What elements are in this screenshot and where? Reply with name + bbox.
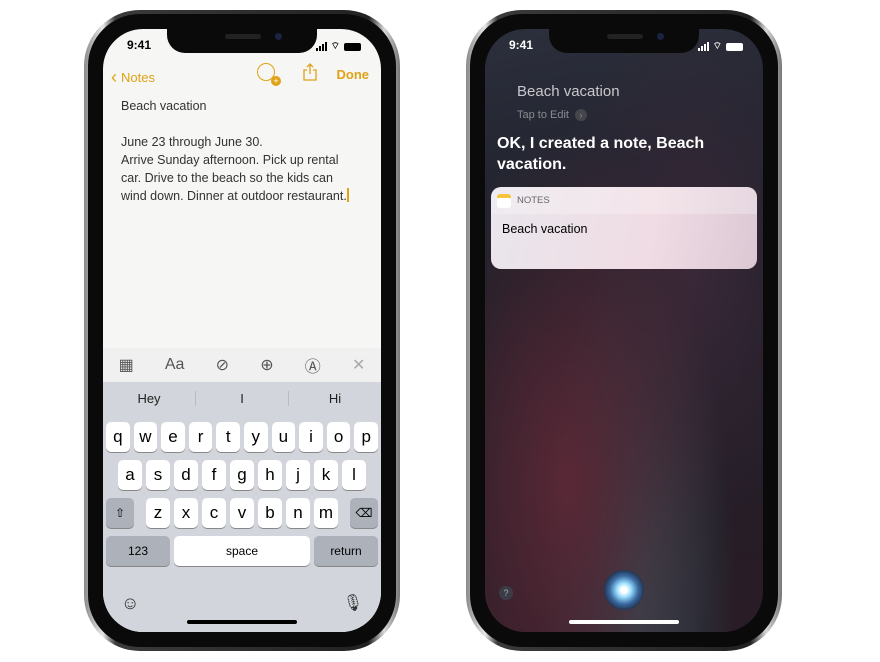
tap-to-edit-button[interactable]: Tap to Edit › [517, 109, 587, 121]
chevron-right-icon: › [574, 109, 587, 121]
letter-key[interactable]: r [188, 422, 213, 452]
signal-icon [697, 42, 709, 51]
letter-key[interactable]: w [133, 422, 158, 452]
note-line: June 23 through June 30. [121, 135, 263, 149]
microphone-icon[interactable]: 🎙 [343, 593, 363, 613]
letter-key[interactable]: d [174, 460, 198, 490]
letter-key[interactable]: m [314, 498, 338, 528]
card-app-name: NOTES [517, 195, 550, 206]
wifi-icon: ⌔ [712, 41, 722, 52]
letter-key[interactable]: v [230, 498, 254, 528]
home-indicator[interactable] [187, 620, 297, 624]
plus-icon[interactable]: ⊕ [260, 355, 273, 375]
wifi-icon: ⌔ [330, 41, 340, 52]
letter-key[interactable]: b [258, 498, 282, 528]
space-key[interactable]: space [174, 536, 310, 566]
letter-key[interactable]: u [271, 422, 296, 452]
letter-key[interactable]: y [244, 422, 268, 452]
markup-icon[interactable]: Ⓐ [305, 353, 321, 377]
add-person-icon[interactable] [257, 63, 281, 86]
signal-icon [315, 42, 327, 51]
keyboard: Hey I Hi qwertyuiop asdfghjkl ⇧ z x c v b n m ⌫ … [103, 382, 381, 632]
letter-key[interactable]: j [286, 460, 310, 490]
letter-key[interactable]: z [146, 498, 170, 528]
checklist-icon[interactable]: ⊘ [216, 355, 229, 375]
font-button[interactable]: Aa [165, 356, 185, 374]
letter-key[interactable]: f [202, 460, 226, 490]
battery-icon [726, 42, 743, 51]
chevron-left-icon: ‹ [111, 67, 117, 87]
letter-key[interactable]: k [314, 460, 338, 490]
back-label: Notes [121, 70, 155, 85]
siri-orb-icon[interactable] [604, 570, 644, 610]
numbers-key[interactable]: 123 [106, 536, 170, 566]
notch [167, 29, 317, 53]
letter-key[interactable]: n [286, 498, 310, 528]
letter-key[interactable]: c [202, 498, 226, 528]
format-toolbar: ▦ Aa ⊘ ⊕ Ⓐ ✕ [103, 348, 381, 382]
emoji-icon[interactable]: ☺ [121, 593, 139, 614]
suggestion[interactable]: Hi [289, 391, 381, 406]
letter-key[interactable]: g [230, 460, 254, 490]
status-time: 9:41 [509, 38, 534, 52]
tap-to-edit-label: Tap to Edit [517, 109, 569, 121]
letter-key[interactable]: a [118, 460, 142, 490]
battery-icon [344, 42, 361, 51]
note-title: Beach vacation [121, 99, 207, 113]
note-line: wind down. Dinner at outdoor restaurant. [121, 189, 347, 203]
status-time: 9:41 [127, 38, 152, 52]
share-icon[interactable] [303, 63, 317, 81]
back-button[interactable]: ‹ Notes [111, 67, 155, 88]
shift-key[interactable]: ⇧ [106, 498, 134, 528]
letter-key[interactable]: e [161, 422, 185, 452]
letter-key[interactable]: p [354, 422, 378, 452]
note-line: Arrive Sunday afternoon. Pick up rental [121, 153, 339, 167]
letter-key[interactable]: q [106, 422, 130, 452]
suggestion-bar: Hey I Hi [103, 382, 381, 414]
suggestion[interactable]: I [196, 390, 289, 406]
siri-reply: OK, I created a note, Beach vacation. [497, 135, 705, 173]
notes-card[interactable]: NOTES Beach vacation [491, 187, 757, 269]
done-button[interactable]: Done [337, 67, 370, 82]
home-indicator[interactable] [569, 620, 679, 624]
note-editor[interactable]: Beach vacation June 23 through June 30. … [121, 97, 367, 205]
letter-key[interactable]: s [146, 460, 170, 490]
letter-key[interactable]: l [342, 460, 366, 490]
return-key[interactable]: return [314, 536, 378, 566]
card-note-title: Beach vacation [502, 222, 588, 236]
siri-query: Beach vacation [517, 83, 620, 100]
text-cursor [346, 188, 349, 202]
delete-key[interactable]: ⌫ [350, 498, 378, 528]
close-icon[interactable]: ✕ [352, 355, 365, 375]
notch [549, 29, 699, 53]
notes-app-icon [497, 193, 511, 208]
note-line: car. Drive to the beach so the kids can [121, 171, 333, 185]
letter-key[interactable]: x [174, 498, 198, 528]
letter-key[interactable]: i [299, 422, 323, 452]
suggestion[interactable]: Hey [103, 390, 196, 406]
phone-notes: 9:41 ⌔ ‹ Notes Done Beach vacation June 2… [84, 10, 400, 651]
letter-key[interactable]: t [216, 422, 240, 452]
help-button[interactable]: ? [499, 586, 513, 600]
table-icon[interactable]: ▦ [119, 355, 134, 375]
letter-key[interactable]: h [258, 460, 282, 490]
phone-siri: 9:41 ⌔ Beach vacation Tap to Edit › OK, I… [466, 10, 782, 651]
letter-key[interactable]: o [326, 422, 351, 452]
